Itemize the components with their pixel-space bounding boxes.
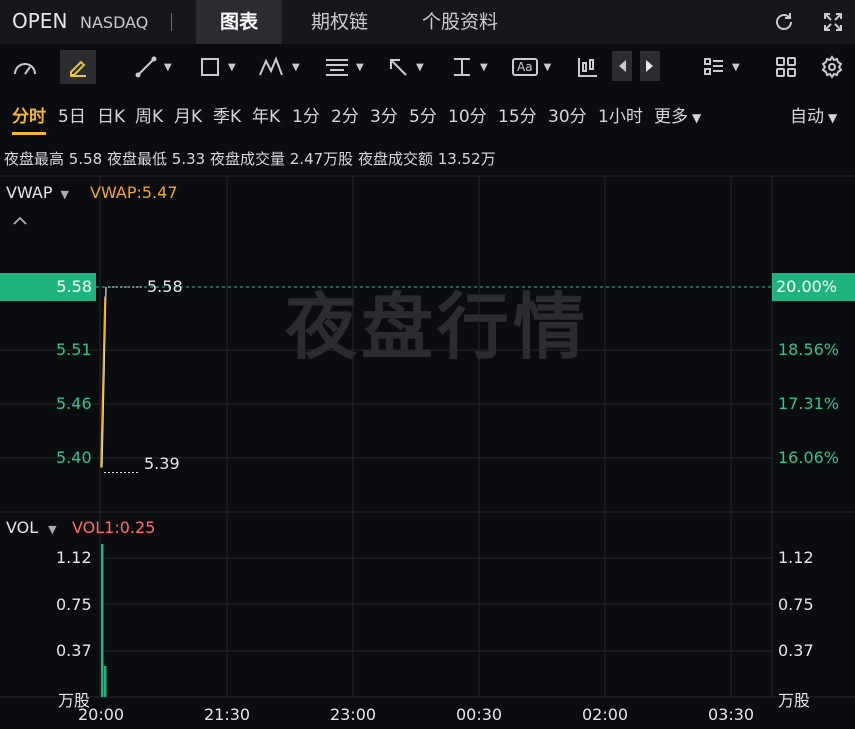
vol-y-label-right: 0.75 <box>778 595 814 614</box>
max-price-marker: 5.58 <box>147 277 183 296</box>
volume-indicator-selector[interactable]: VOL ▼ <box>6 518 57 537</box>
x-axis-label: 21:30 <box>204 705 251 724</box>
volume-value: VOL1:0.25 <box>72 518 156 537</box>
vol-y-label-right: 0.37 <box>778 641 814 660</box>
x-axis-label: 02:00 <box>582 705 629 724</box>
chevron-down-icon: ▼ <box>60 188 69 201</box>
chevron-up-icon[interactable] <box>12 212 28 231</box>
y-label-right: 17.31% <box>778 394 840 413</box>
current-percent-badge: 20.00% <box>772 273 855 301</box>
vol-y-label-right: 1.12 <box>778 548 814 567</box>
x-axis-label: 00:30 <box>456 705 503 724</box>
min-price-marker: 5.39 <box>144 454 180 473</box>
y-label-left: 5.40 <box>56 448 92 467</box>
x-axis-label: 20:00 <box>78 705 125 724</box>
vwap-value: VWAP:5.47 <box>90 183 178 202</box>
volume-bar <box>101 544 104 697</box>
vol-unit-right: 万股 <box>778 691 811 710</box>
vol-y-label-left: 0.37 <box>56 641 92 660</box>
x-axis-label: 23:00 <box>330 705 377 724</box>
current-price-badge: 5.58 <box>0 273 96 301</box>
price-indicator-selector[interactable]: VWAP ▼ <box>6 183 69 202</box>
price-layer <box>0 286 855 473</box>
volume-indicator-name: VOL <box>6 518 39 537</box>
volume-bar <box>104 665 107 697</box>
y-label-left: 5.51 <box>56 340 92 359</box>
vol-y-label-left: 1.12 <box>56 548 92 567</box>
intraday-chart <box>0 175 855 698</box>
chevron-down-icon: ▼ <box>48 523 57 536</box>
y-label-right: 18.56% <box>778 340 840 359</box>
x-axis-label: 03:30 <box>708 705 755 724</box>
y-label-left: 5.46 <box>56 394 92 413</box>
vol-y-label-left: 0.75 <box>56 595 92 614</box>
volume-layer <box>101 544 107 697</box>
price-indicator-name: VWAP <box>6 183 53 202</box>
chart-grid <box>0 175 855 698</box>
y-label-right: 16.06% <box>778 448 840 467</box>
